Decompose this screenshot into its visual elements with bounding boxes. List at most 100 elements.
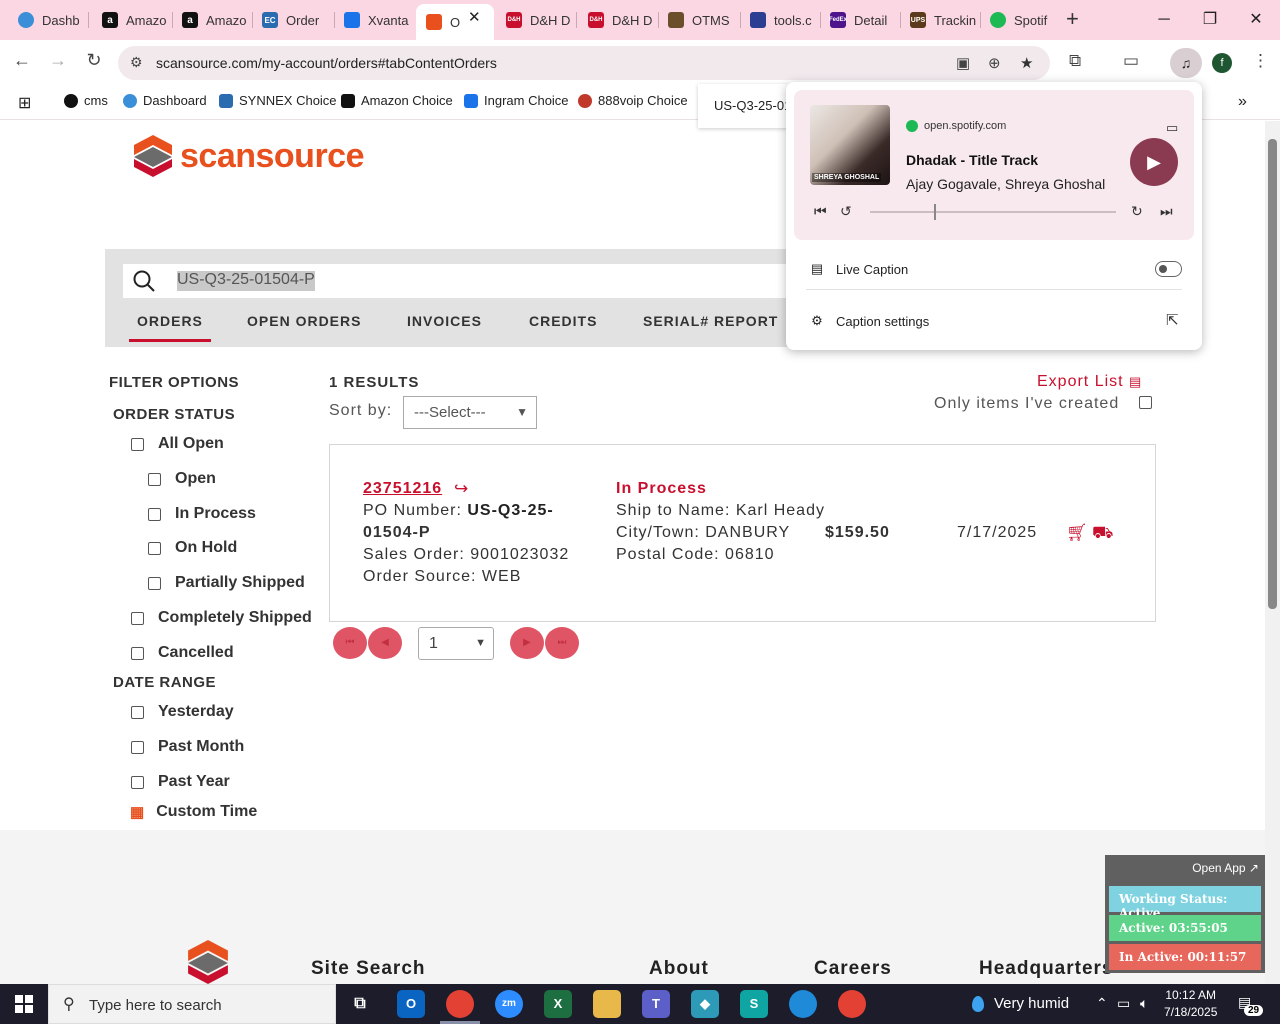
order-number-link[interactable]: 23751216 <box>363 478 442 500</box>
cast-icon[interactable]: ▭ <box>1123 51 1139 71</box>
checkbox[interactable] <box>148 576 161 590</box>
seek-handle[interactable] <box>934 204 936 220</box>
bookmark-star-icon[interactable]: ★ <box>1020 54 1033 72</box>
checkbox[interactable] <box>131 740 144 754</box>
bookmark-item[interactable]: SYNNEX Choice <box>219 93 337 108</box>
browser-tab[interactable]: Spotif <box>980 6 1058 34</box>
next-track-icon[interactable]: ⏭ <box>1160 203 1173 220</box>
bookmark-item[interactable]: cms <box>64 93 108 108</box>
search-icon[interactable] <box>133 270 155 292</box>
footer-careers[interactable]: Careers <box>814 958 892 980</box>
footer-headquarters[interactable]: Headquarters <box>979 958 1114 980</box>
first-page-button[interactable]: ⏮ <box>333 627 367 659</box>
open-app-link[interactable]: Open App ↗ <box>1192 861 1259 875</box>
browser-tab[interactable]: D&H D&H D <box>496 6 574 34</box>
forward-button[interactable]: → <box>46 50 70 71</box>
network-icon[interactable]: ▭ <box>1117 995 1130 1012</box>
file-explorer-icon[interactable] <box>593 990 621 1018</box>
filter-on-hold[interactable]: On Hold <box>148 539 237 557</box>
seek-bar[interactable] <box>870 204 1116 220</box>
export-list-link[interactable]: Export List ▤ <box>1037 373 1142 391</box>
filter-past-year[interactable]: Past Year <box>131 773 230 791</box>
share-icon[interactable]: ↪ <box>454 478 469 500</box>
bookmark-item[interactable]: 888voip Choice <box>578 93 688 108</box>
zoom-app-icon[interactable]: zm <box>495 990 523 1018</box>
checkbox[interactable] <box>131 611 144 625</box>
browser-tab[interactable]: a Amazo <box>172 6 250 34</box>
footer-about[interactable]: About <box>649 958 709 980</box>
checkbox[interactable] <box>131 705 144 719</box>
apps-grid-icon[interactable]: ⊞ <box>18 93 31 113</box>
reload-button[interactable]: ↻ <box>82 50 106 71</box>
restore-button[interactable]: ❐ <box>1187 6 1233 34</box>
checkbox[interactable] <box>148 472 161 486</box>
last-page-button[interactable]: ⏭ <box>545 627 579 659</box>
minimize-button[interactable]: ─ <box>1141 6 1187 34</box>
browser-tab[interactable]: EC Order <box>252 6 330 34</box>
new-tab-button[interactable]: + <box>1066 8 1079 30</box>
app-s-icon[interactable]: S <box>740 990 768 1018</box>
tab-credits[interactable]: CREDITS <box>529 313 597 329</box>
notification-icon[interactable]: ▤ 29 <box>1238 994 1264 1016</box>
filter-open[interactable]: Open <box>148 470 216 488</box>
caption-settings-row[interactable]: ⚙ Caption settings <box>808 313 929 329</box>
filter-custom-time[interactable]: ▦ Custom Time <box>130 803 257 821</box>
extensions-icon[interactable]: ⧉ <box>1069 51 1081 71</box>
previous-track-icon[interactable]: ⏮ <box>814 203 827 220</box>
checkbox[interactable] <box>131 775 144 789</box>
tab-orders[interactable]: ORDERS <box>129 313 211 342</box>
sort-select[interactable]: ---Select--- ▼ <box>403 396 537 429</box>
chrome-profile-icon[interactable] <box>838 990 866 1018</box>
tab-open-orders[interactable]: OPEN ORDERS <box>247 313 361 329</box>
teams-icon[interactable]: T <box>642 990 670 1018</box>
seek-back-icon[interactable]: ↺ <box>840 203 852 220</box>
order-search-box[interactable]: US-Q3-25-01504-P <box>123 264 805 298</box>
profile-avatar[interactable]: f <box>1212 53 1232 73</box>
zoom-icon[interactable]: ⊕ <box>988 54 1001 72</box>
footer-site-search[interactable]: Site Search <box>311 958 426 980</box>
filter-past-month[interactable]: Past Month <box>131 738 244 756</box>
page-select[interactable]: 1 ▼ <box>418 627 494 660</box>
browser-tab[interactable]: Dashb <box>8 6 86 34</box>
live-caption-row[interactable]: ▤ Live Caption <box>808 261 908 277</box>
checkbox[interactable] <box>148 507 161 521</box>
more-bookmarks-icon[interactable]: » <box>1238 93 1247 111</box>
browser-tab[interactable]: FedEx Detail <box>820 6 898 34</box>
seek-forward-icon[interactable]: ↻ <box>1131 203 1143 220</box>
browser-tab[interactable]: UPS Trackin <box>900 6 978 34</box>
bookmark-item[interactable]: Amazon Choice <box>341 93 453 108</box>
external-link-icon[interactable]: ⇱ <box>1166 311 1179 329</box>
checkbox[interactable] <box>131 437 144 451</box>
play-button[interactable]: ▶ <box>1130 138 1178 186</box>
tray-chevron-icon[interactable]: ⌃ <box>1096 995 1108 1012</box>
cart-icon[interactable]: 🛒︎ <box>1066 522 1089 544</box>
tab-invoices[interactable]: INVOICES <box>407 313 482 329</box>
taskbar-clock[interactable]: 10:12 AM 7/18/2025 <box>1164 987 1217 1021</box>
browser-tab-active[interactable]: O ✕ <box>416 4 494 40</box>
filter-cancelled[interactable]: Cancelled <box>131 644 234 662</box>
browser-tab[interactable]: OTMS <box>658 6 738 34</box>
prev-page-button[interactable]: ◀ <box>368 627 402 659</box>
checkbox[interactable] <box>131 646 144 660</box>
checkbox[interactable] <box>148 541 161 555</box>
outlook-icon[interactable]: O <box>397 990 425 1018</box>
browser-tab[interactable]: D&H D&H D <box>578 6 656 34</box>
filter-in-process[interactable]: In Process <box>148 505 256 523</box>
chrome-icon[interactable] <box>446 990 474 1018</box>
close-tab-icon[interactable]: ✕ <box>468 8 481 26</box>
page-scrollbar[interactable] <box>1265 121 1280 984</box>
excel-icon[interactable]: X <box>544 990 572 1018</box>
browser-tab[interactable]: Xvanta <box>334 6 412 34</box>
shipping-truck-icon[interactable]: ⛟ <box>1092 522 1114 544</box>
live-caption-toggle[interactable] <box>1155 261 1182 277</box>
picture-in-picture-icon[interactable]: ▭ <box>1166 120 1178 136</box>
address-bar[interactable]: ⚙ scansource.com/my-account/orders#tabCo… <box>118 46 1050 80</box>
close-window-button[interactable]: ✕ <box>1233 6 1279 34</box>
edge-icon[interactable] <box>789 990 817 1018</box>
bookmark-item[interactable]: Dashboard <box>123 93 207 108</box>
filter-all-open[interactable]: All Open <box>131 435 224 453</box>
menu-kebab-icon[interactable]: ⋮ <box>1252 51 1269 71</box>
scansource-logo[interactable]: scansource <box>134 135 365 177</box>
scrollbar-thumb[interactable] <box>1268 139 1277 609</box>
filter-yesterday[interactable]: Yesterday <box>131 703 234 721</box>
